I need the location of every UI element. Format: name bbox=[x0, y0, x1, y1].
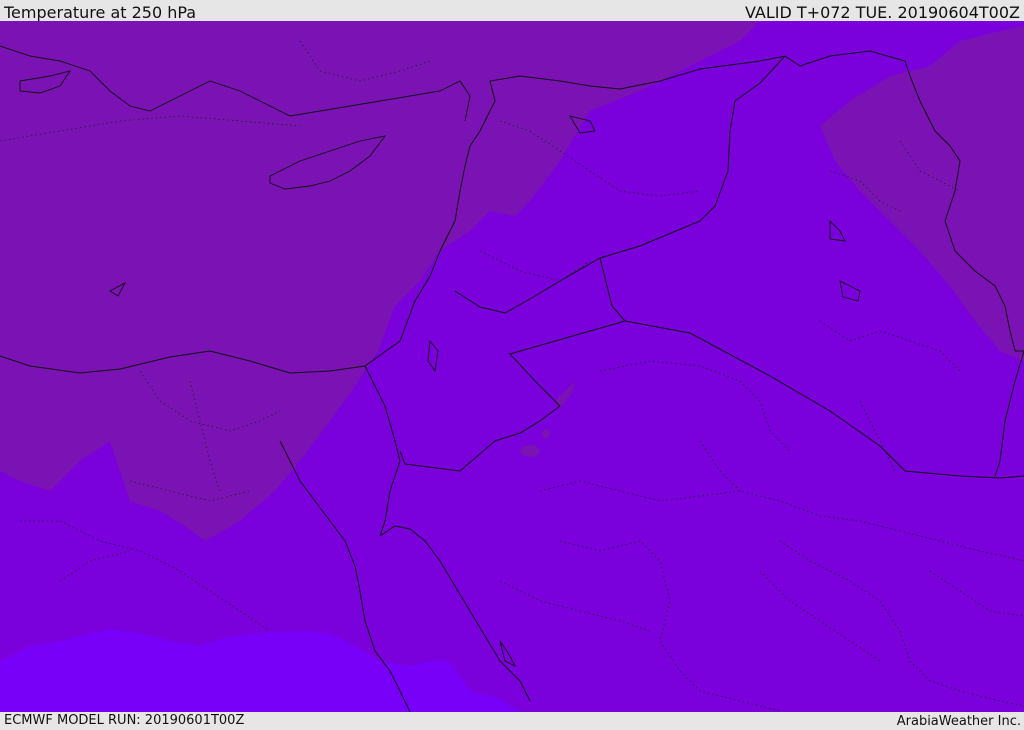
warm-patch bbox=[520, 445, 540, 457]
model-run-label: ECMWF MODEL RUN: 20190601T00Z bbox=[4, 713, 245, 728]
map-footer: ECMWF MODEL RUN: 20190601T00Z ArabiaWeat… bbox=[0, 712, 1024, 729]
map-title: Temperature at 250 hPa bbox=[4, 3, 197, 22]
temperature-map bbox=[0, 21, 1024, 712]
map-header: Temperature at 250 hPa VALID T+072 TUE. … bbox=[0, 0, 1024, 22]
valid-time-label: VALID T+072 TUE. 20190604T00Z bbox=[744, 3, 1020, 22]
credit-label: ArabiaWeather Inc. bbox=[896, 714, 1021, 729]
warm-patch bbox=[542, 429, 550, 439]
